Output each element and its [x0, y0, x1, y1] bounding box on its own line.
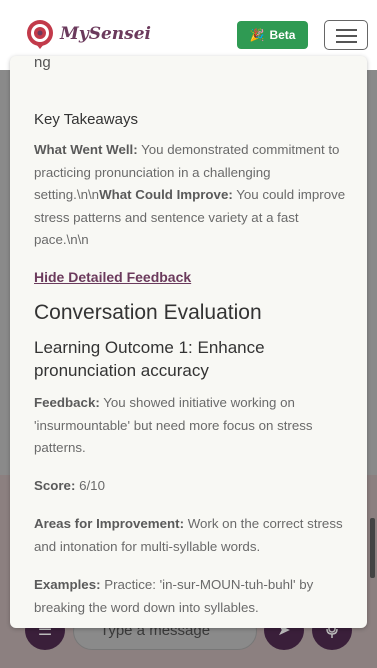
- hamburger-menu-button[interactable]: [324, 20, 368, 50]
- background-scrollbar: [370, 518, 375, 578]
- evaluation-title: Conversation Evaluation: [34, 301, 262, 324]
- hamburger-line: [336, 35, 357, 37]
- feedback-text: Feedback: You showed initiative working …: [34, 392, 346, 460]
- could-improve-label: What Could Improve:: [99, 187, 233, 202]
- score-label: Score:: [34, 478, 76, 493]
- examples-label: Examples:: [34, 577, 101, 592]
- score-text: Score: 6/10: [34, 475, 346, 498]
- brand-name[interactable]: MySensei: [60, 24, 151, 44]
- key-takeaways-heading: Key Takeaways: [34, 111, 138, 128]
- score-value: 6/10: [75, 478, 105, 493]
- feedback-label: Feedback:: [34, 395, 100, 410]
- takeaways-text: What Went Well: You demonstrated commitm…: [34, 139, 346, 252]
- learning-outcome-title: Learning Outcome 1: Enhance pronunciatio…: [34, 338, 265, 380]
- areas-text: Areas for Improvement: Work on the corre…: [34, 513, 346, 558]
- areas-label: Areas for Improvement:: [34, 516, 184, 531]
- hamburger-line: [336, 41, 357, 43]
- hide-detailed-feedback-link[interactable]: Hide Detailed Feedback: [34, 269, 191, 285]
- hamburger-line: [336, 29, 357, 31]
- beta-button[interactable]: 🎉 Beta: [237, 21, 308, 49]
- party-icon: 🎉: [249, 28, 265, 42]
- clipped-text: ng: [34, 56, 51, 71]
- logo-icon[interactable]: [26, 19, 56, 49]
- feedback-modal: ng Key Takeaways What Went Well: You dem…: [10, 56, 367, 628]
- went-well-label: What Went Well:: [34, 142, 138, 157]
- beta-label: Beta: [269, 28, 296, 42]
- examples-text: Examples: Practice: 'in-sur-MOUN-tuh-buh…: [34, 574, 346, 619]
